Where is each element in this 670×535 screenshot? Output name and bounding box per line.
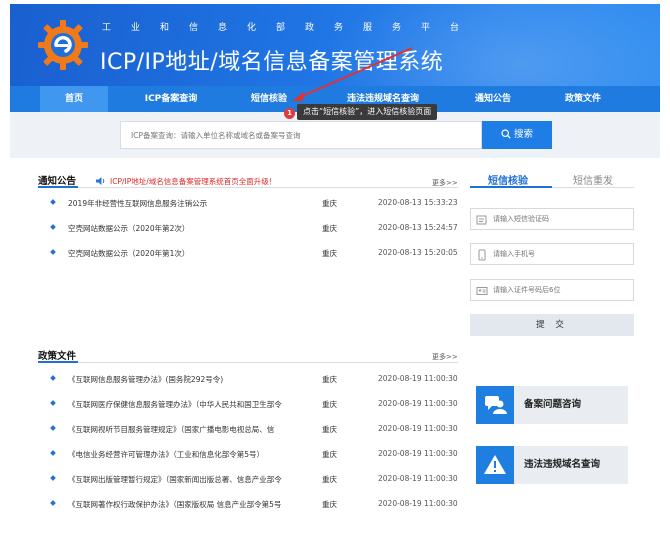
bullet-icon xyxy=(50,450,56,456)
illegal-domain-card[interactable]: 违法违规域名查询 xyxy=(476,446,628,484)
policy-time: 2020-08-19 11:00:30 xyxy=(378,399,458,408)
bullet-icon xyxy=(50,199,56,205)
warning-icon xyxy=(484,455,506,474)
notice-location: 重庆 xyxy=(322,224,337,233)
submit-button[interactable]: 提 交 xyxy=(470,314,634,336)
notice-time: 2020-08-13 15:24:57 xyxy=(378,223,458,232)
bullet-icon xyxy=(50,224,56,230)
notice-title[interactable]: 空壳网站数据公示（2020年第1次） xyxy=(68,248,189,259)
notice-location: 重庆 xyxy=(322,249,337,258)
nav-icp-query[interactable]: ICP备案查询 xyxy=(128,86,214,112)
sms-tab-underline xyxy=(470,186,552,188)
nav-home[interactable]: 首页 xyxy=(40,86,108,112)
consult-card[interactable]: 备案问题咨询 xyxy=(476,386,628,424)
nav-policies[interactable]: 政策文件 xyxy=(552,86,614,112)
policy-location: 重庆 xyxy=(322,500,337,509)
notice-location: 重庆 xyxy=(322,199,337,208)
notice-time: 2020-08-13 15:20:05 xyxy=(378,248,458,257)
notice-marquee[interactable]: ICP/IP地址/域名信息备案管理系统首页全面升级！ xyxy=(110,176,276,187)
notices-divider xyxy=(38,187,458,188)
policy-location: 重庆 xyxy=(322,475,337,484)
notices-title: 通知公告 xyxy=(38,176,77,187)
policy-title[interactable]: 《互联网医疗保健信息服务管理办法》（中华人民共和国卫生部令 xyxy=(68,399,282,410)
consult-label: 备案问题咨询 xyxy=(524,399,582,410)
speaker-icon xyxy=(96,177,105,185)
policy-time: 2020-08-19 11:00:30 xyxy=(378,449,458,458)
policies-title-underline xyxy=(38,361,78,363)
search-icon xyxy=(501,129,511,139)
bullet-icon xyxy=(50,400,56,406)
policy-location: 重庆 xyxy=(322,450,337,459)
bullet-icon xyxy=(50,249,56,255)
search-button[interactable]: 搜索 xyxy=(482,121,552,149)
policy-title[interactable]: 《互联网视听节目服务管理规定》（国家广播电影电视总局、信 xyxy=(68,424,274,435)
policy-location: 重庆 xyxy=(322,400,337,409)
org-name: 工业和信息化部政务服务平台 xyxy=(102,23,480,33)
policies-divider xyxy=(38,362,458,363)
policy-location: 重庆 xyxy=(322,425,337,434)
annotation-badge: 1 xyxy=(284,108,295,119)
gear-logo-icon[interactable] xyxy=(36,18,90,72)
policy-time: 2020-08-19 11:00:30 xyxy=(378,374,458,383)
search-button-label: 搜索 xyxy=(513,129,533,140)
nav-notices[interactable]: 通知公告 xyxy=(462,86,524,112)
bullet-icon xyxy=(50,425,56,431)
id-number-input[interactable] xyxy=(493,280,631,300)
tab-sms-verify[interactable]: 短信核验 xyxy=(488,172,528,187)
search-input[interactable] xyxy=(120,121,482,149)
sms-code-field[interactable] xyxy=(470,208,634,230)
phone-field[interactable] xyxy=(470,243,634,265)
sms-code-input[interactable] xyxy=(493,209,631,229)
policies-more-link[interactable]: 更多>> xyxy=(432,352,458,362)
policy-title[interactable]: 《互联网出版管理暂行规定》（国家新闻出版总署、信息产业部令 xyxy=(68,474,282,485)
policy-time: 2020-08-19 11:00:30 xyxy=(378,424,458,433)
bullet-icon xyxy=(50,475,56,481)
policy-location: 重庆 xyxy=(322,375,337,384)
policy-title[interactable]: 《互联网信息服务管理办法》(国务院292号令) xyxy=(68,374,223,385)
policy-title[interactable]: 《电信业务经营许可管理办法》（工业和信息化部令第5号） xyxy=(68,449,264,460)
policy-time: 2020-08-19 11:00:30 xyxy=(378,474,458,483)
notice-time: 2020-08-13 15:33:23 xyxy=(378,198,458,207)
message-icon xyxy=(476,215,487,225)
policy-title[interactable]: 《互联网著作权行政保护办法》（国家版权局 信息产业部令第5号 xyxy=(68,499,281,510)
warning-icon-box xyxy=(476,446,514,484)
notice-title[interactable]: 空壳网站数据公示（2020年第2次） xyxy=(68,223,189,234)
notices-more-link[interactable]: 更多>> xyxy=(432,178,458,188)
notices-title-underline xyxy=(38,186,78,188)
chat-person-icon xyxy=(485,396,507,414)
policies-title: 政策文件 xyxy=(38,351,77,362)
consult-icon-box xyxy=(476,386,514,424)
id-card-icon xyxy=(476,287,488,295)
bullet-icon xyxy=(50,500,56,506)
id-number-field[interactable] xyxy=(470,279,634,301)
annotation-tooltip: 点击“短信核验”，进入短信核验页面 xyxy=(297,104,438,120)
bullet-icon xyxy=(50,375,56,381)
phone-icon xyxy=(478,249,486,261)
site-header: 工业和信息化部政务服务平台 ICP/IP地址/域名信息备案管理系统 xyxy=(10,4,660,86)
system-title: ICP/IP地址/域名信息备案管理系统 xyxy=(100,50,444,75)
phone-input[interactable] xyxy=(493,244,631,264)
policy-time: 2020-08-19 11:00:30 xyxy=(378,499,458,508)
notice-title[interactable]: 2019年非经营性互联网信息服务注销公示 xyxy=(68,198,207,209)
tab-sms-resend[interactable]: 短信重发 xyxy=(573,172,613,187)
illegal-domain-label: 违法违规域名查询 xyxy=(524,459,601,470)
